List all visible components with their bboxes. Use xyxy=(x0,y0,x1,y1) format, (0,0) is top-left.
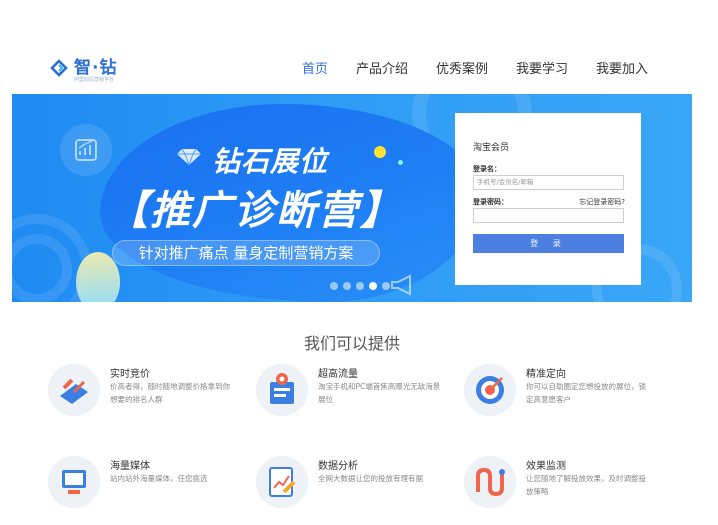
carousel-dot[interactable] xyxy=(343,282,351,290)
traffic-icon xyxy=(256,364,308,416)
media-icon xyxy=(48,456,100,508)
chart-growth-icon xyxy=(60,124,112,176)
carousel-indicators xyxy=(330,282,395,290)
feature-title: 效果监测 xyxy=(526,461,566,472)
login-panel: 淘宝会员 登录名： 手机号/会员名/邮箱 登录密码： 忘记登录密码? 登 录 xyxy=(455,113,641,285)
diamond-icon xyxy=(176,148,202,170)
feature-title: 海量媒体 xyxy=(110,461,150,472)
logo[interactable]: 智·钻 阿里妈妈营销平台 xyxy=(50,54,118,83)
forgot-password-link[interactable]: 忘记登录密码? xyxy=(579,197,625,207)
login-button[interactable]: 登 录 xyxy=(473,234,624,253)
feature-card: 效果监测 让您随地了解投放效果，及时调整投放策略 xyxy=(464,456,674,516)
banner-headline: 【推广诊断营】 xyxy=(108,188,402,234)
password-label: 登录密码： xyxy=(473,198,508,206)
feature-title: 超高流量 xyxy=(318,369,358,380)
feature-card: 实时竞价 价高者得，随时随地调整价格拿到你想要的排名人群 xyxy=(48,364,258,424)
logo-subtitle: 阿里妈妈营销平台 xyxy=(74,77,115,83)
feature-card: 精准定向 你可以自助圈定您想投放的展位，锁定高意愿客户 xyxy=(464,364,674,424)
feature-desc: 站内站外海量媒体，任您挑选 xyxy=(110,474,208,483)
feature-desc: 全网大数据让您的投放有理有据 xyxy=(318,474,423,483)
feature-title: 精准定向 xyxy=(526,369,566,380)
monitor-icon xyxy=(464,456,516,508)
feature-title: 数据分析 xyxy=(318,461,358,472)
nav-cases[interactable]: 优秀案例 xyxy=(436,58,488,77)
feature-card: 超高流量 淘宝手机和PC端首焦高曝光无敌海景展位 xyxy=(256,364,466,424)
feature-desc: 淘宝手机和PC端首焦高曝光无敌海景展位 xyxy=(318,382,441,404)
banner-title: 钻石展位 xyxy=(212,145,329,178)
feature-title: 实时竞价 xyxy=(110,369,150,380)
username-label: 登录名： xyxy=(473,165,501,173)
target-icon xyxy=(464,364,516,416)
main-nav: 首页 产品介绍 优秀案例 我要学习 我要加入 xyxy=(274,58,648,77)
analytics-icon xyxy=(256,456,308,508)
password-field[interactable] xyxy=(473,208,624,223)
feature-desc: 让您随地了解投放效果，及时调整投放策略 xyxy=(526,474,646,496)
logo-text: 智·钻 xyxy=(74,58,118,78)
feature-card: 数据分析 全网大数据让您的投放有理有据 xyxy=(256,456,466,516)
nav-join[interactable]: 我要加入 xyxy=(596,58,648,77)
section-title: 我们可以提供 xyxy=(303,334,400,353)
decor-dot xyxy=(398,160,403,165)
megaphone-icon xyxy=(388,274,416,300)
feature-desc: 价高者得，随时随地调整价格拿到你想要的排名人群 xyxy=(110,382,230,404)
banner-subtitle: 针对推广痛点 量身定制营销方案 xyxy=(112,240,380,266)
nav-learn[interactable]: 我要学习 xyxy=(516,58,568,77)
feature-desc: 你可以自助圈定您想投放的展位，锁定高意愿客户 xyxy=(526,382,646,404)
carousel-dot-active[interactable] xyxy=(369,282,377,290)
nav-products[interactable]: 产品介绍 xyxy=(356,58,408,77)
carousel-dot[interactable] xyxy=(356,282,364,290)
login-title: 淘宝会员 xyxy=(473,143,510,153)
feature-card: 海量媒体 站内站外海量媒体，任您挑选 xyxy=(48,456,258,516)
nav-home[interactable]: 首页 xyxy=(302,58,328,77)
header: 智·钻 阿里妈妈营销平台 首页 产品介绍 优秀案例 我要学习 我要加入 xyxy=(0,0,718,94)
bid-icon xyxy=(48,364,100,416)
username-field[interactable]: 手机号/会员名/邮箱 xyxy=(473,175,624,190)
decor-dot xyxy=(374,146,386,158)
carousel-dot[interactable] xyxy=(330,282,338,290)
logo-icon xyxy=(50,59,68,77)
